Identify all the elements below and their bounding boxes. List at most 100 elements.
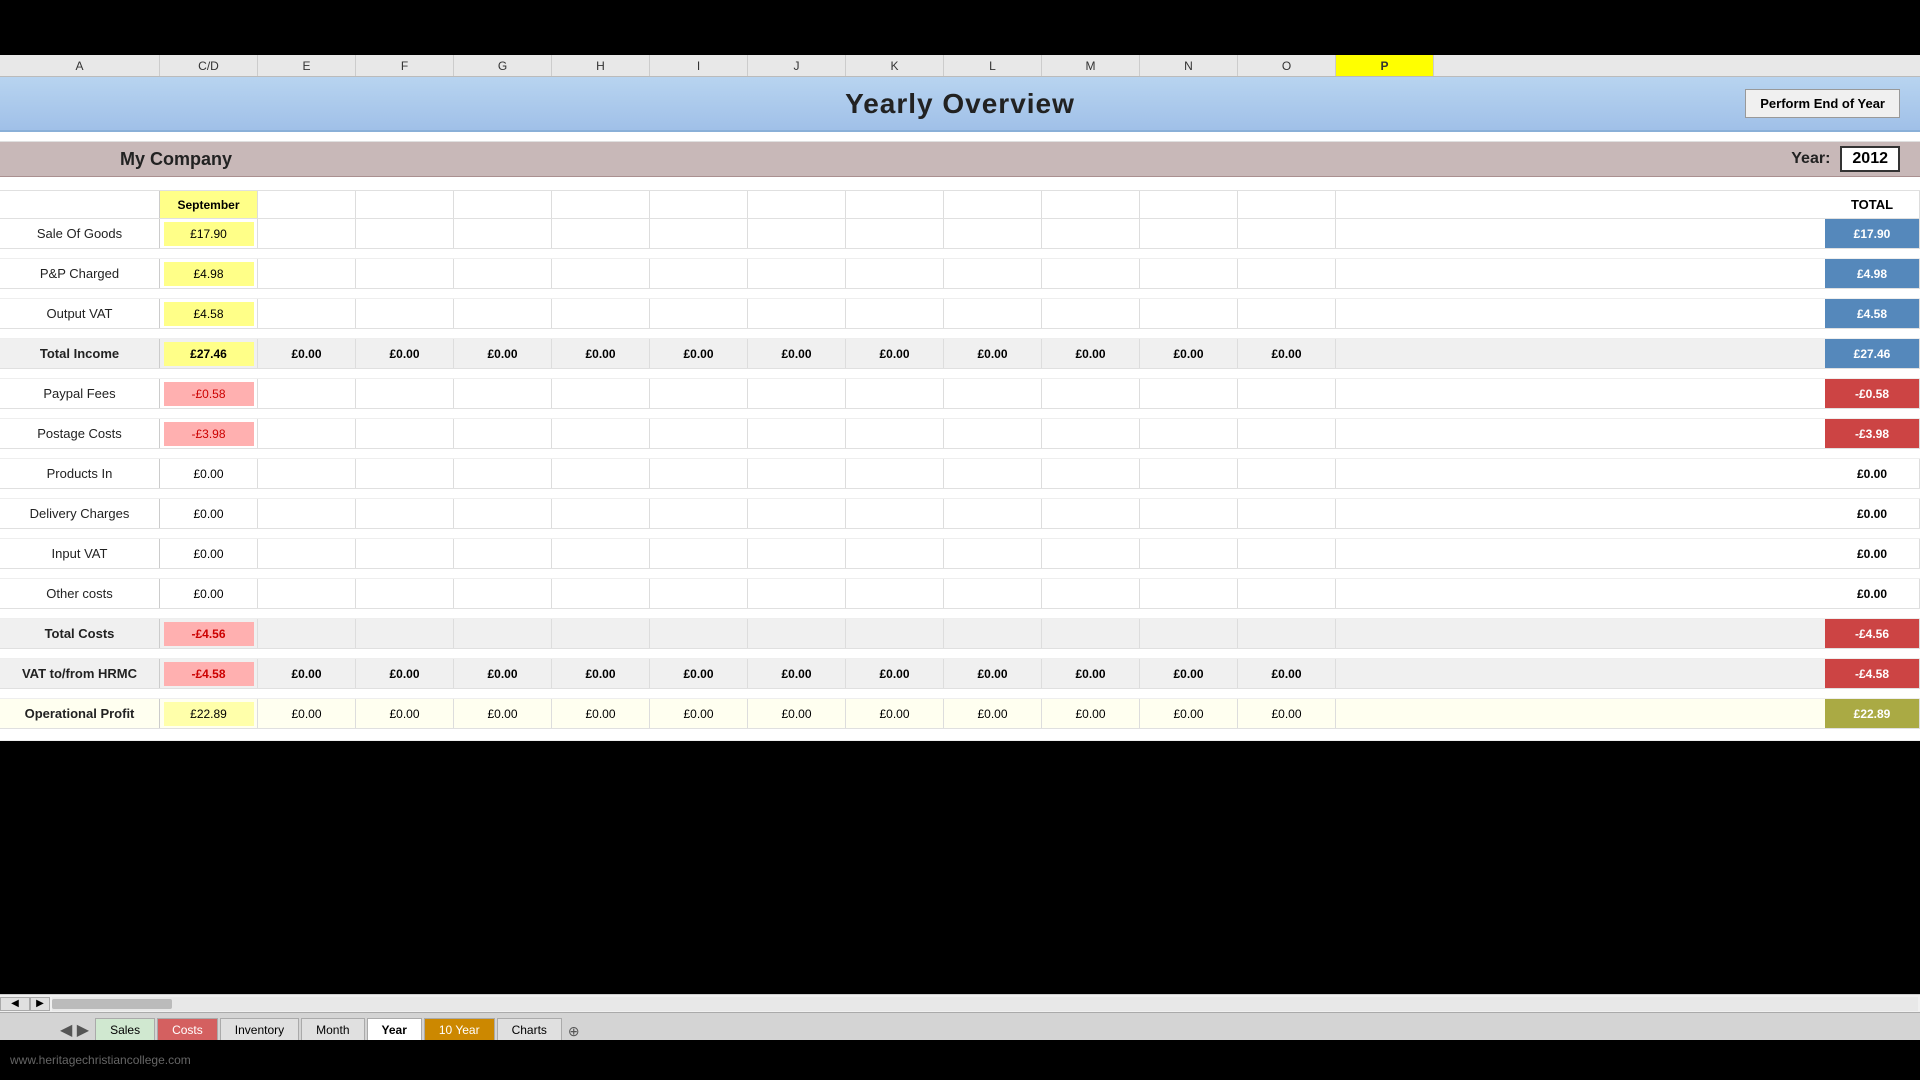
tcosts-m7: [748, 619, 846, 648]
other-costs-total: £0.00: [1825, 579, 1920, 608]
dc-m11: [1140, 499, 1238, 528]
iv-m11: [1140, 539, 1238, 568]
input-vat-sep[interactable]: £0.00: [160, 539, 258, 568]
paypal-fees-label: Paypal Fees: [0, 379, 160, 408]
pep-m12: [1238, 259, 1336, 288]
month-col-2: [258, 191, 356, 218]
tab-costs[interactable]: Costs: [157, 1018, 218, 1040]
other-costs-sep[interactable]: £0.00: [160, 579, 258, 608]
page-title: Yearly Overview: [845, 88, 1075, 120]
oc-m3: [356, 579, 454, 608]
tcosts-m12: [1238, 619, 1336, 648]
pep-charged-sep[interactable]: £4.98: [160, 259, 258, 288]
outvat-m8: [846, 299, 944, 328]
tcosts-m10: [1042, 619, 1140, 648]
dc-m9: [944, 499, 1042, 528]
tcosts-m6: [650, 619, 748, 648]
oc-m8: [846, 579, 944, 608]
pf-m5: [552, 379, 650, 408]
delivery-charges-label: Delivery Charges: [0, 499, 160, 528]
paypal-fees-row: Paypal Fees -£0.58 -£0.58: [0, 379, 1920, 409]
pf-m3: [356, 379, 454, 408]
operational-profit-sep[interactable]: £22.89: [160, 699, 258, 728]
sale-of-goods-m6: [650, 219, 748, 248]
output-vat-row: Output VAT £4.58 £4.58: [0, 299, 1920, 329]
outvat-m10: [1042, 299, 1140, 328]
ti-m8: £0.00: [846, 339, 944, 368]
pf-m11: [1140, 379, 1238, 408]
output-vat-sep[interactable]: £4.58: [160, 299, 258, 328]
pep-m4: [454, 259, 552, 288]
ti-m7: £0.00: [748, 339, 846, 368]
tab-inventory[interactable]: Inventory: [220, 1018, 299, 1040]
month-header-label: [0, 191, 160, 218]
sale-of-goods-m10: [1042, 219, 1140, 248]
vat-m11: £0.00: [1140, 659, 1238, 688]
postage-costs-total: -£3.98: [1825, 419, 1920, 448]
tab-charts[interactable]: Charts: [497, 1018, 562, 1040]
oc-m5: [552, 579, 650, 608]
products-in-sep[interactable]: £0.00: [160, 459, 258, 488]
vat-m2: £0.00: [258, 659, 356, 688]
vat-hrmc-label: VAT to/from HRMC: [0, 659, 160, 688]
dc-m4: [454, 499, 552, 528]
iv-m10: [1042, 539, 1140, 568]
september-header: September: [160, 191, 258, 218]
tab-ten-year[interactable]: 10 Year: [424, 1018, 495, 1040]
input-vat-row: Input VAT £0.00 £0.00: [0, 539, 1920, 569]
tcosts-m9: [944, 619, 1042, 648]
total-costs-row: Total Costs -£4.56 -£4.56: [0, 619, 1920, 649]
delivery-charges-total: £0.00: [1825, 499, 1920, 528]
ti-m9: £0.00: [944, 339, 1042, 368]
tab-year[interactable]: Year: [367, 1018, 422, 1040]
pc-m12: [1238, 419, 1336, 448]
pf-m7: [748, 379, 846, 408]
pi-m9: [944, 459, 1042, 488]
vat-hrmc-row: VAT to/from HRMC -£4.58 £0.00 £0.00 £0.0…: [0, 659, 1920, 689]
output-vat-total: £4.58: [1825, 299, 1920, 328]
pc-m6: [650, 419, 748, 448]
sale-of-goods-m4: [454, 219, 552, 248]
outvat-m11: [1140, 299, 1238, 328]
sale-of-goods-m9: [944, 219, 1042, 248]
tcosts-m11: [1140, 619, 1238, 648]
sale-of-goods-sep[interactable]: £17.90: [160, 219, 258, 248]
vat-m12: £0.00: [1238, 659, 1336, 688]
paypal-fees-sep[interactable]: -£0.58: [160, 379, 258, 408]
month-col-4: [454, 191, 552, 218]
total-income-sep[interactable]: £27.46: [160, 339, 258, 368]
op-m10: £0.00: [1042, 699, 1140, 728]
total-income-label: Total Income: [0, 339, 160, 368]
iv-m2: [258, 539, 356, 568]
op-m5: £0.00: [552, 699, 650, 728]
sale-of-goods-m12: [1238, 219, 1336, 248]
delivery-charges-row: Delivery Charges £0.00 £0.00: [0, 499, 1920, 529]
ti-m3: £0.00: [356, 339, 454, 368]
vat-m4: £0.00: [454, 659, 552, 688]
pep-charged-label: P&P Charged: [0, 259, 160, 288]
delivery-charges-sep[interactable]: £0.00: [160, 499, 258, 528]
vat-hrmc-total: -£4.58: [1825, 659, 1920, 688]
dc-m10: [1042, 499, 1140, 528]
tab-month[interactable]: Month: [301, 1018, 364, 1040]
tab-sales[interactable]: Sales: [95, 1018, 155, 1040]
add-sheet-icon[interactable]: ⊕: [568, 1023, 580, 1040]
oc-m12: [1238, 579, 1336, 608]
total-header: TOTAL: [1825, 191, 1920, 218]
perform-end-of-year-button[interactable]: Perform End of Year: [1745, 89, 1900, 118]
outvat-m5: [552, 299, 650, 328]
oc-m4: [454, 579, 552, 608]
horizontal-scrollbar[interactable]: ◀ ▶: [0, 994, 1920, 1012]
company-name: My Company: [120, 149, 232, 170]
op-m12: £0.00: [1238, 699, 1336, 728]
sale-of-goods-m11: [1140, 219, 1238, 248]
vat-hrmc-sep[interactable]: -£4.58: [160, 659, 258, 688]
op-m8: £0.00: [846, 699, 944, 728]
year-section: Year: 2012: [1791, 146, 1900, 172]
total-costs-sep[interactable]: -£4.56: [160, 619, 258, 648]
company-row: My Company Year: 2012: [0, 142, 1920, 177]
dc-m5: [552, 499, 650, 528]
postage-costs-sep[interactable]: -£3.98: [160, 419, 258, 448]
ti-m5: £0.00: [552, 339, 650, 368]
iv-m3: [356, 539, 454, 568]
